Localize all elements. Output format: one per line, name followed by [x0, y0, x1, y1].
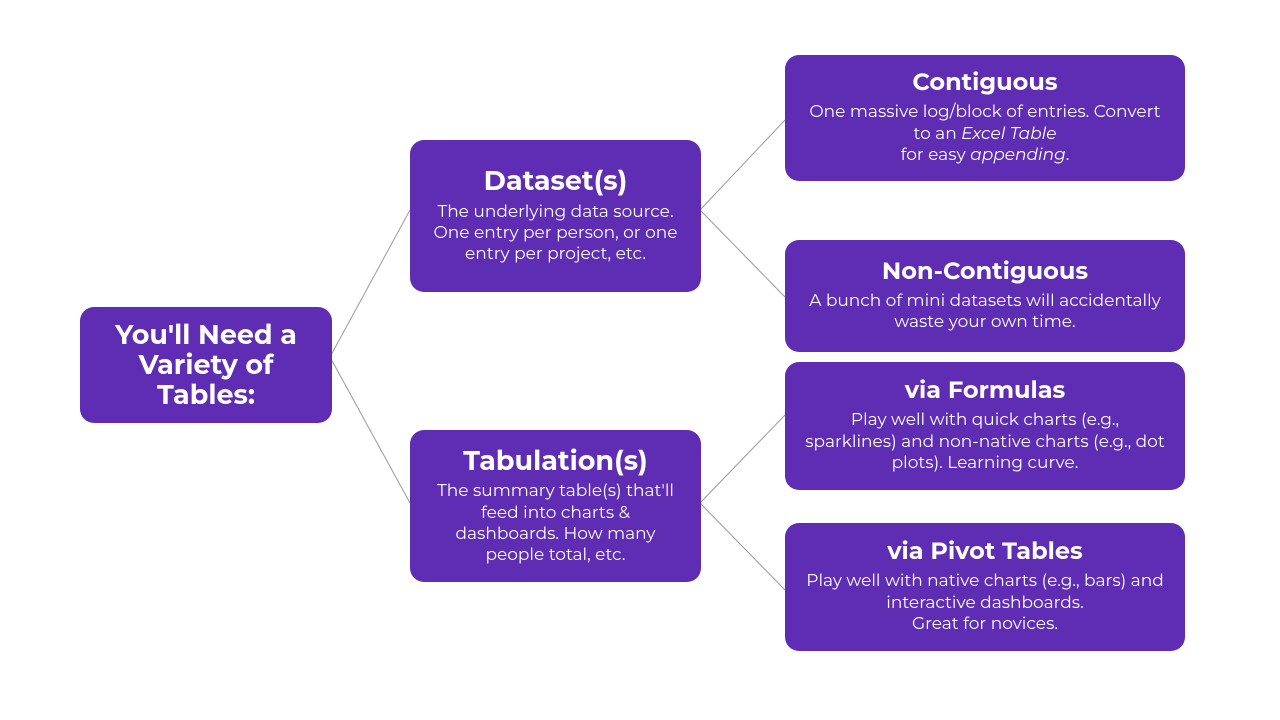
noncontiguous-desc: A bunch of mini datasets will accidental…: [803, 291, 1167, 334]
datasets-title: Dataset(s): [428, 166, 683, 196]
datasets-desc: The underlying data source. One entry pe…: [428, 202, 683, 266]
tabulations-desc: The summary table(s) that'll feed into c…: [428, 481, 683, 566]
formulas-node: via Formulas Play well with quick charts…: [785, 362, 1185, 490]
contiguous-title: Contiguous: [803, 70, 1167, 96]
datasets-node: Dataset(s) The underlying data source. O…: [410, 140, 701, 292]
root-title: You'll Need a Variety of Tables:: [98, 320, 314, 409]
contiguous-node: Contiguous One massive log/block of entr…: [785, 55, 1185, 181]
pivot-node: via Pivot Tables Play well with native c…: [785, 523, 1185, 651]
tabulations-node: Tabulation(s) The summary table(s) that'…: [410, 430, 701, 582]
formulas-title: via Formulas: [803, 378, 1167, 404]
pivot-desc: Play well with native charts (e.g., bars…: [803, 571, 1167, 635]
noncontiguous-node: Non-Contiguous A bunch of mini datasets …: [785, 240, 1185, 352]
pivot-title: via Pivot Tables: [803, 539, 1167, 565]
contiguous-desc: One massive log/block of entries. Conver…: [803, 102, 1167, 166]
noncontiguous-title: Non-Contiguous: [803, 259, 1167, 285]
formulas-desc: Play well with quick charts (e.g., spark…: [803, 410, 1167, 474]
tabulations-title: Tabulation(s): [428, 446, 683, 476]
root-node: You'll Need a Variety of Tables:: [80, 307, 332, 423]
